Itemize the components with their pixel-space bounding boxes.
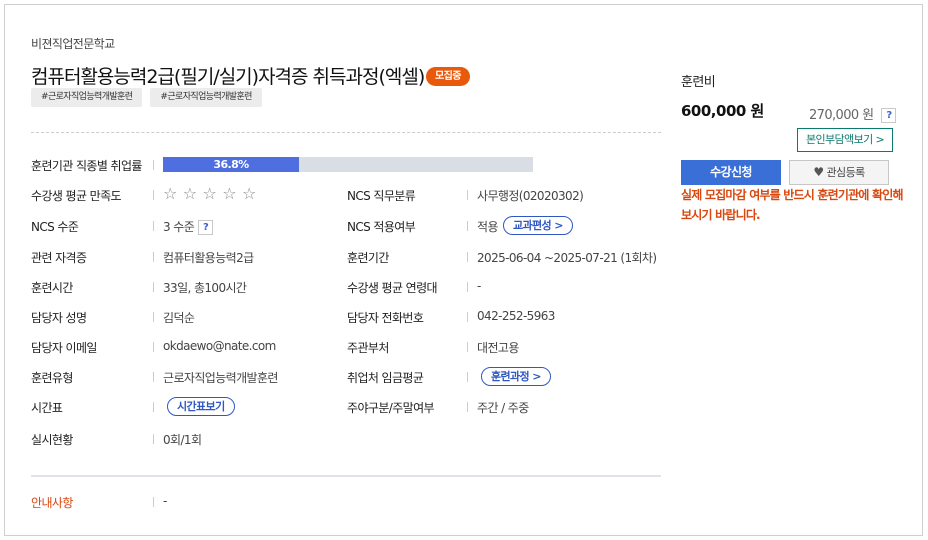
avg-age-label: 수강생 평균 연령대 xyxy=(347,281,438,295)
ncs-level-text: 3 수준 xyxy=(163,220,195,234)
actual-status-label: 실시현황 xyxy=(31,433,73,447)
star-icon: ☆ xyxy=(222,184,236,203)
tag[interactable]: #근로자직업능력개발훈련 xyxy=(150,88,262,107)
employment-rate-label: 훈련기관 직종별 취업률 xyxy=(31,159,142,173)
row-manager-email: 담당자 이메일 okdaewo@nate.com 주관부처 대전고용 xyxy=(31,337,661,357)
employment-rate-bar: 36.8% xyxy=(163,157,533,172)
school-name: 비젼직업전문학교 xyxy=(31,37,115,51)
self-pay-text: 270,000 원 xyxy=(809,108,874,123)
avg-wage-label: 취업처 임금평균 xyxy=(347,371,424,385)
manager-phone-value: 042-252-5963 xyxy=(477,309,555,323)
ncs-applied-value: 적용 xyxy=(477,220,498,234)
row-training-type: 훈련유형 근로자직업능력개발훈련 취업처 임금평균 훈련과정 > xyxy=(31,367,661,387)
divider xyxy=(31,475,661,477)
manager-email-label: 담당자 이메일 xyxy=(31,341,97,355)
warning-text: 실제 모집마감 여부를 반드시 훈련기관에 확인해보시기 바랍니다. xyxy=(681,188,904,222)
avg-age-value: - xyxy=(477,279,481,293)
self-pay-button[interactable]: 본인부담액보기 > xyxy=(797,128,894,152)
row-satisfaction: 수강생 평균 만족도 ☆ ☆ ☆ ☆ ☆ NCS 직무분류 사무행정(02020… xyxy=(31,184,661,205)
ncs-level-label: NCS 수준 xyxy=(31,220,79,234)
training-type-label: 훈련유형 xyxy=(31,371,73,385)
curriculum-button[interactable]: 교과편성 > xyxy=(503,216,573,235)
favorite-button-label: 관심등록 xyxy=(826,166,866,179)
row-actual-status: 실시현황 0회/1회 xyxy=(31,429,661,449)
notice-value: - xyxy=(163,494,167,508)
row-related-cert: 관련 자격증 컴퓨터활용능력2급 훈련기간 2025-06-04 ~2025-0… xyxy=(31,247,661,267)
ncs-applied-label: NCS 적용여부 xyxy=(347,220,416,234)
row-employment-rate: 훈련기관 직종별 취업률 36.8% xyxy=(31,155,661,175)
star-icon: ☆ xyxy=(163,184,177,203)
actual-status-value: 0회/1회 xyxy=(163,433,202,447)
related-cert-value: 컴퓨터활용능력2급 xyxy=(163,251,254,265)
timetable-button[interactable]: 시간표보기 xyxy=(167,397,235,416)
manager-name-label: 담당자 성명 xyxy=(31,311,87,325)
course-detail-panel: 비젼직업전문학교 컴퓨터활용능력2급(필기/실기)자격증 취득과정(엑셀) 모집… xyxy=(4,4,923,536)
ncs-category-label: NCS 직무분류 xyxy=(347,189,416,203)
manager-phone-label: 담당자 전화번호 xyxy=(347,311,424,325)
fee-amount: 600,000 원 xyxy=(681,102,764,120)
department-value: 대전고용 xyxy=(477,341,519,355)
row-notice: 안내사항 - xyxy=(31,492,661,512)
fee-label: 훈련비 xyxy=(681,75,716,90)
related-cert-label: 관련 자격증 xyxy=(31,251,87,265)
apply-button[interactable]: 수강신청 xyxy=(681,160,781,185)
star-icon: ☆ xyxy=(202,184,217,203)
training-type-value: 근로자직업능력개발훈련 xyxy=(163,371,278,385)
satisfaction-label: 수강생 평균 만족도 xyxy=(31,189,122,203)
help-icon[interactable]: ? xyxy=(881,108,897,123)
star-icon: ☆ xyxy=(182,184,197,203)
day-night-label: 주야구분/주말여부 xyxy=(347,401,435,415)
row-training-time: 훈련시간 33일, 총100시간 수강생 평균 연령대 - xyxy=(31,277,661,297)
self-pay-amount: 270,000 원? xyxy=(809,104,897,123)
divider xyxy=(31,132,661,133)
row-manager-name: 담당자 성명 김덕순 담당자 전화번호 042-252-5963 xyxy=(31,307,661,327)
timetable-label: 시간표 xyxy=(31,401,63,415)
satisfaction-stars: ☆ ☆ ☆ ☆ ☆ xyxy=(163,184,256,203)
row-timetable: 시간표 시간표보기 주야구분/주말여부 주간 / 주중 xyxy=(31,397,661,417)
manager-email-value: okdaewo@nate.com xyxy=(163,339,276,353)
course-title: 컴퓨터활용능력2급(필기/실기)자격증 취득과정(엑셀) xyxy=(31,66,425,88)
training-time-value: 33일, 총100시간 xyxy=(163,281,247,295)
tag[interactable]: #근로자직업능력개발훈련 xyxy=(31,88,143,107)
star-icon: ☆ xyxy=(242,184,256,203)
training-time-label: 훈련시간 xyxy=(31,281,73,295)
ncs-category-value: 사무행정(02020302) xyxy=(477,189,584,203)
row-ncs-level: NCS 수준 3 수준? NCS 적용여부 적용 교과편성 > xyxy=(31,216,661,236)
tag-list: #근로자직업능력개발훈련 #근로자직업능력개발훈련 xyxy=(31,88,262,107)
training-period-label: 훈련기간 xyxy=(347,251,389,265)
status-badge: 모집중 xyxy=(426,67,470,86)
favorite-button[interactable]: ♥ 관심등록 xyxy=(789,160,889,185)
heart-icon: ♥ xyxy=(813,165,824,179)
training-period-value: 2025-06-04 ~2025-07-21 (1회차) xyxy=(477,251,657,265)
notice-label: 안내사항 xyxy=(31,496,73,510)
ncs-level-value: 3 수준? xyxy=(163,218,214,235)
training-course-button[interactable]: 훈련과정 > xyxy=(481,367,551,386)
help-icon[interactable]: ? xyxy=(198,220,214,235)
manager-name-value: 김덕순 xyxy=(163,311,195,325)
day-night-value: 주간 / 주중 xyxy=(477,401,529,415)
department-label: 주관부처 xyxy=(347,341,389,355)
employment-rate-value: 36.8% xyxy=(213,158,249,171)
